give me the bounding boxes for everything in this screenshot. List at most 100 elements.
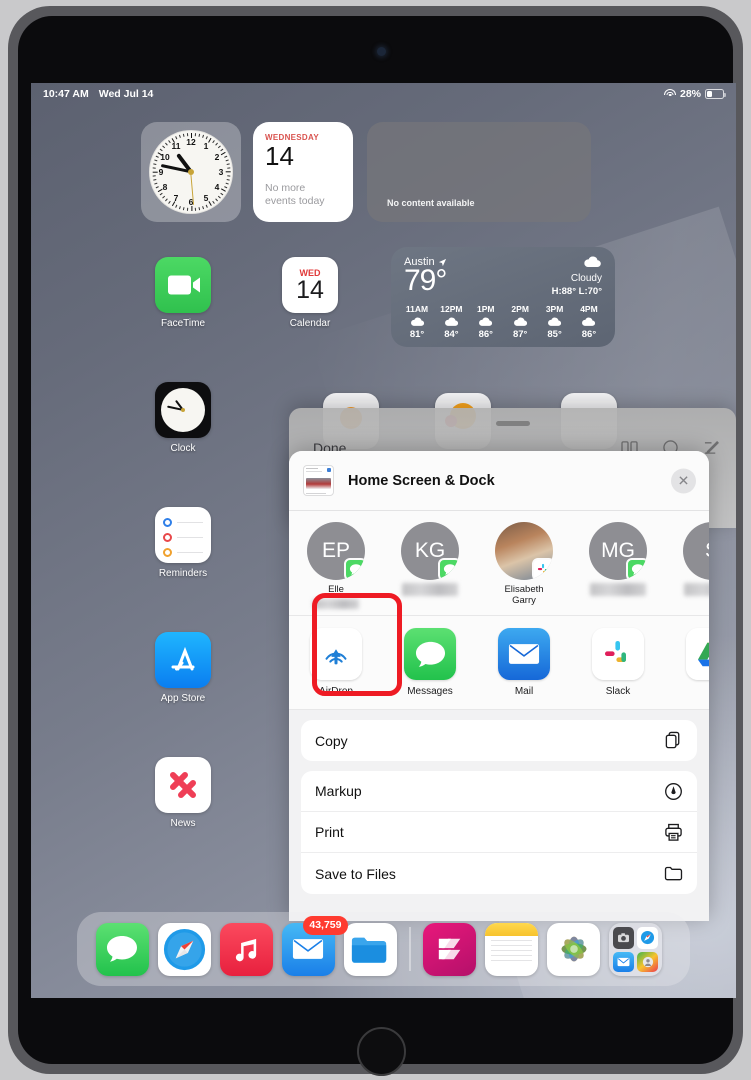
app-news[interactable]: News xyxy=(150,757,216,829)
action-group-main: Markup Print Save to Files xyxy=(301,771,697,894)
action-copy[interactable]: Copy xyxy=(301,720,697,761)
clock-numeral: 5 xyxy=(203,192,209,203)
weather-hour: 3PM 85° xyxy=(539,304,571,340)
reminders-icon xyxy=(155,507,211,563)
weather-condition-block: Cloudy H:88° L:70° xyxy=(552,272,602,298)
weather-hour-time: 4PM xyxy=(580,304,598,314)
webpage-thumbnail xyxy=(303,465,334,496)
mail-badge-count: 43,759 xyxy=(303,915,348,935)
weather-hour-temp: 84° xyxy=(444,329,459,340)
clock-numeral: 4 xyxy=(214,182,220,192)
share-contact[interactable]: MG xyxy=(571,522,665,615)
share-contact[interactable]: Elisabeth Garry xyxy=(477,522,571,615)
calendar-day: 14 xyxy=(265,141,294,171)
app-label: Clock xyxy=(170,443,196,454)
cloud-icon xyxy=(584,256,601,268)
files-icon xyxy=(343,922,397,976)
dock-item-folder[interactable] xyxy=(605,922,667,976)
weather-hour-temp: 86° xyxy=(478,329,493,340)
clock-numeral: 9 xyxy=(158,167,164,177)
weather-hour-temp: 87° xyxy=(512,329,528,340)
cloud-icon xyxy=(410,317,424,326)
clock-numeral: 10 xyxy=(160,152,170,162)
clock-center-pin xyxy=(188,169,194,175)
action-markup[interactable]: Markup xyxy=(301,771,697,812)
messages-badge xyxy=(344,558,365,580)
clock-numeral: 12 xyxy=(186,137,196,147)
app-clock[interactable]: Clock xyxy=(150,382,216,454)
dock-item-music[interactable] xyxy=(215,922,277,976)
weather-hour: 4PM 86° xyxy=(573,304,605,340)
cloud-icon xyxy=(513,317,527,326)
dock-item-notes[interactable] xyxy=(481,922,543,976)
contact-name-blurred xyxy=(402,583,458,596)
folder-icon xyxy=(664,864,683,883)
mail-icon: 43,759 xyxy=(281,915,348,976)
share-contact[interactable]: S xyxy=(665,522,709,615)
cloud-icon xyxy=(444,317,458,326)
dock-item-messages[interactable] xyxy=(91,922,153,976)
slack-badge xyxy=(532,558,553,580)
drive-icon xyxy=(686,628,709,680)
clock-numeral: 7 xyxy=(173,192,179,203)
cloud-icon xyxy=(479,317,493,326)
app-label: Reminders xyxy=(158,568,208,579)
share-app[interactable]: Slack xyxy=(571,628,665,709)
action-print[interactable]: Print xyxy=(301,812,697,853)
action-label: Print xyxy=(315,824,344,840)
avatar-initials: S xyxy=(705,539,709,563)
dock-item-mail[interactable]: 43,759 xyxy=(277,915,348,976)
music-icon xyxy=(219,922,273,976)
messages-badge xyxy=(438,558,459,580)
share-app-label: Mail xyxy=(514,686,534,697)
weather-condition: Cloudy xyxy=(570,273,602,284)
share-app[interactable]: Mail xyxy=(477,628,571,709)
folder-stack-icon xyxy=(609,922,662,976)
calendar-icon: WED 14 xyxy=(282,257,338,313)
action-group-copy: Copy xyxy=(301,720,697,761)
widget-weather[interactable]: Austin 79° Cloudy H:88° L:70° 11AM 81° 12P… xyxy=(391,247,615,347)
highlight-annotation-box xyxy=(312,593,402,696)
dock-item-safari[interactable] xyxy=(153,922,215,976)
weather-high-low: H:88° L:70° xyxy=(551,285,602,297)
weather-hour-temp: 86° xyxy=(581,329,597,340)
home-button[interactable] xyxy=(357,1027,406,1076)
app-facetime[interactable]: FaceTime xyxy=(150,257,216,329)
dock-item-recent-app[interactable] xyxy=(419,922,481,976)
clock-numeral: 3 xyxy=(218,167,224,177)
weather-hour-time: 1PM xyxy=(477,304,495,314)
clock-face: 12 1 2 3 4 5 6 7 8 9 10 11 xyxy=(149,130,233,214)
sheet-grabber[interactable] xyxy=(495,421,530,426)
app-label: Calendar xyxy=(289,318,331,329)
widget-calendar[interactable]: WEDNESDAY 14 No more events today xyxy=(253,122,353,222)
close-icon[interactable]: ✕ xyxy=(671,468,696,493)
app-reminders[interactable]: Reminders xyxy=(150,507,216,579)
action-save-to-files[interactable]: Save to Files xyxy=(301,853,697,894)
app-app-store[interactable]: App Store xyxy=(150,632,216,704)
markup-icon xyxy=(664,782,683,801)
widget-clock[interactable]: 12 1 2 3 4 5 6 7 8 9 10 11 xyxy=(141,122,241,222)
photos-icon xyxy=(547,922,600,976)
action-label: Save to Files xyxy=(315,865,396,882)
clock-numeral: 11 xyxy=(171,141,181,152)
avatar: MG xyxy=(589,522,647,580)
dock-item-photos[interactable] xyxy=(543,922,605,976)
app-label: FaceTime xyxy=(160,318,206,329)
share-app[interactable] xyxy=(665,628,709,709)
app-label: App Store xyxy=(160,693,206,704)
calendar-icon-day: 14 xyxy=(296,275,324,304)
empty-widget-text: No content available xyxy=(387,198,475,208)
app-calendar[interactable]: WED 14 Calendar xyxy=(277,257,343,329)
avatar xyxy=(495,522,553,580)
dock-item-files[interactable] xyxy=(339,922,401,976)
print-icon xyxy=(664,823,683,842)
share-app-label: Slack xyxy=(605,686,631,697)
widget-empty[interactable]: No content available xyxy=(367,122,591,222)
action-label: Markup xyxy=(315,783,362,799)
mail-icon xyxy=(498,628,550,680)
clock-numeral: 1 xyxy=(203,141,209,152)
clock-numeral: 2 xyxy=(214,152,220,162)
app-store-icon xyxy=(155,632,211,688)
battery-percent: 28% xyxy=(679,88,701,100)
avatar: S xyxy=(683,522,709,580)
